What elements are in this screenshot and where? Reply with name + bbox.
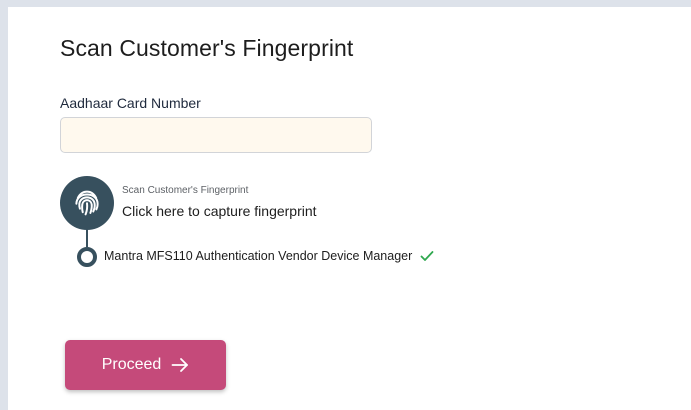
aadhaar-number-input[interactable]: [60, 117, 372, 153]
capture-fingerprint-link[interactable]: Click here to capture fingerprint: [122, 203, 317, 219]
step-connector: [86, 229, 88, 247]
capture-caption: Scan Customer's Fingerprint: [122, 185, 249, 196]
step-status-dot: [77, 247, 97, 267]
page-title: Scan Customer's Fingerprint: [60, 35, 354, 61]
device-name: Mantra MFS110 Authentication Vendor Devi…: [104, 249, 413, 263]
check-icon: [420, 250, 434, 262]
proceed-button-label: Proceed: [101, 356, 162, 373]
proceed-button[interactable]: Proceed: [65, 340, 226, 390]
arrow-right-icon: [171, 357, 189, 373]
main-panel: Scan Customer's Fingerprint Aadhaar Card…: [8, 7, 691, 410]
fingerprint-icon: [70, 186, 104, 220]
device-status-row: Mantra MFS110 Authentication Vendor Devi…: [104, 249, 434, 263]
aadhaar-field-label: Aadhaar Card Number: [60, 95, 201, 111]
fingerprint-scan-button[interactable]: [60, 176, 114, 230]
